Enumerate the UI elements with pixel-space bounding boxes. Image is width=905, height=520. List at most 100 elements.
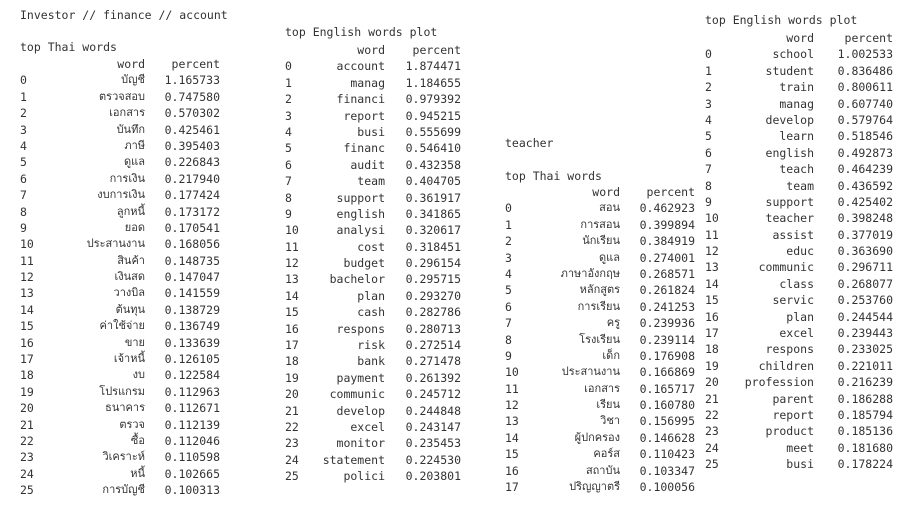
row-word: plan xyxy=(357,288,385,303)
table-row: 5 financ 0.546410 xyxy=(285,140,465,156)
row-index: 0 xyxy=(20,73,27,88)
table-row: 7 teach 0.464239 xyxy=(705,161,895,177)
row-word: busi xyxy=(786,457,814,472)
row-word: หนี้ xyxy=(130,466,145,480)
row-index: 20 xyxy=(20,401,34,416)
column-header-word: word xyxy=(357,43,385,57)
table-row: 9 ยอด 0.170541 xyxy=(20,220,220,236)
row-word: parent xyxy=(772,391,814,406)
row-word: ซื้อ xyxy=(130,433,145,447)
row-percent: 0.432358 xyxy=(405,157,461,172)
row-index: 21 xyxy=(285,403,299,418)
row-word: สินค้า xyxy=(117,253,145,267)
row-percent: 0.177424 xyxy=(164,188,220,203)
row-index: 11 xyxy=(505,381,519,396)
table-header: word percent xyxy=(705,30,895,46)
row-index: 24 xyxy=(20,466,34,481)
row-percent: 0.241253 xyxy=(639,299,695,314)
row-percent: 0.245712 xyxy=(405,387,461,402)
row-word: ปริญญาตรี xyxy=(569,480,620,494)
row-index: 24 xyxy=(285,452,299,467)
investor-english-title: top English words plot xyxy=(285,25,438,39)
row-word: ประสานงาน xyxy=(561,365,620,379)
row-percent: 0.233025 xyxy=(837,342,893,357)
table-row: 3 บันทึก 0.425461 xyxy=(20,122,220,138)
table-row: 16 plan 0.244544 xyxy=(705,309,895,325)
row-index: 13 xyxy=(20,286,34,301)
table-row: 22 excel 0.243147 xyxy=(285,419,465,435)
row-percent: 0.168056 xyxy=(164,237,220,252)
row-percent: 0.253760 xyxy=(837,293,893,308)
table-row: 6 english 0.492873 xyxy=(705,145,895,161)
row-word: meet xyxy=(786,440,814,455)
row-index: 0 xyxy=(705,47,712,62)
row-index: 14 xyxy=(20,302,34,317)
row-percent: 0.395403 xyxy=(164,138,220,153)
table-row: 11 cost 0.318451 xyxy=(285,239,465,255)
row-percent: 0.979392 xyxy=(405,92,461,107)
row-index: 9 xyxy=(705,194,712,209)
row-percent: 1.002533 xyxy=(837,47,893,62)
table-row: 19 payment 0.261392 xyxy=(285,370,465,386)
row-index: 22 xyxy=(285,419,299,434)
row-word: english xyxy=(336,206,385,221)
table-row: 15 คอร์ส 0.110423 xyxy=(505,446,695,462)
row-index: 15 xyxy=(20,319,34,334)
row-word: audit xyxy=(350,157,385,172)
investor-title: Investor // finance // account xyxy=(20,8,228,22)
row-index: 3 xyxy=(505,250,512,265)
row-index: 5 xyxy=(285,141,292,156)
row-word: polici xyxy=(343,469,385,484)
row-word: monitor xyxy=(336,436,385,451)
row-index: 10 xyxy=(705,211,719,226)
row-percent: 0.261824 xyxy=(639,283,695,298)
row-index: 23 xyxy=(285,436,299,451)
table-row: 0 สอน 0.462923 xyxy=(505,200,695,216)
row-index: 2 xyxy=(505,234,512,249)
row-index: 15 xyxy=(285,305,299,320)
row-index: 22 xyxy=(20,433,34,448)
table-row: 17 เจ้าหนี้ 0.126105 xyxy=(20,351,220,367)
table-row: 19 children 0.221011 xyxy=(705,358,895,374)
row-index: 3 xyxy=(705,96,712,111)
investor-thai-table: word percent 0 บัญชี 1.165733 1 ตรวจสอบ 0.74758… xyxy=(20,56,220,499)
row-percent: 0.170541 xyxy=(164,220,220,235)
row-index: 14 xyxy=(285,288,299,303)
row-percent: 0.436592 xyxy=(837,178,893,193)
row-index: 12 xyxy=(505,398,519,413)
row-word: english xyxy=(765,145,814,160)
row-word: บัญชี xyxy=(121,73,145,87)
row-percent: 0.186288 xyxy=(837,391,893,406)
row-word: develop xyxy=(765,112,814,127)
row-index: 14 xyxy=(705,276,719,291)
row-index: 4 xyxy=(505,266,512,281)
row-index: 19 xyxy=(20,384,34,399)
row-percent: 0.138729 xyxy=(164,302,220,317)
row-word: risk xyxy=(357,338,385,353)
row-word: cash xyxy=(357,305,385,320)
row-word: manag xyxy=(779,96,814,111)
row-percent: 0.203801 xyxy=(405,469,461,484)
teacher-label: teacher xyxy=(505,136,554,150)
row-word: เอกสาร xyxy=(584,381,620,395)
row-index: 17 xyxy=(20,352,34,367)
row-word: นักเรียน xyxy=(582,234,620,248)
row-percent: 0.110423 xyxy=(639,447,695,462)
row-percent: 0.133639 xyxy=(164,335,220,350)
row-percent: 0.141559 xyxy=(164,286,220,301)
row-word: excel xyxy=(350,419,385,434)
row-index: 17 xyxy=(705,326,719,341)
row-percent: 0.166869 xyxy=(639,365,695,380)
table-row: 14 plan 0.293270 xyxy=(285,288,465,304)
row-percent: 0.244848 xyxy=(405,403,461,418)
table-row: 6 audit 0.432358 xyxy=(285,157,465,173)
row-word: ดูแล xyxy=(599,250,620,264)
table-row: 8 ลูกหนี้ 0.173172 xyxy=(20,204,220,220)
row-index: 13 xyxy=(705,260,719,275)
table-row: 23 วิเคราะห์ 0.110598 xyxy=(20,449,220,465)
row-word: profession xyxy=(744,375,814,390)
column-header-percent: percent xyxy=(646,185,695,199)
row-percent: 0.156995 xyxy=(639,414,695,429)
table-row: 22 ซื้อ 0.112046 xyxy=(20,433,220,449)
row-word: teach xyxy=(779,162,814,177)
